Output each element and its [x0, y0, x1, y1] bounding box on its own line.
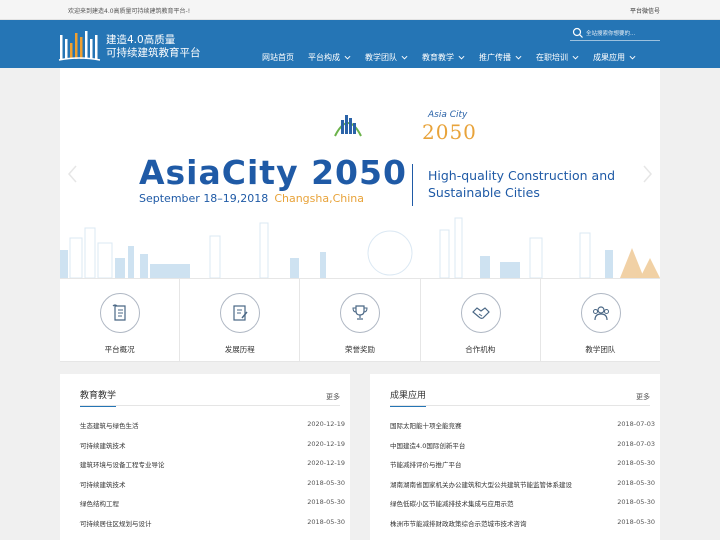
site-header: 建造4.0高质量 可持续建筑教育平台 网站首页 平台构成 教学团队 教育教学 推…	[0, 20, 720, 68]
results-list: 国际太阳能十项全能竞赛 2018-07-03 中国建造4.0国际创新平台 2018-…	[390, 420, 655, 537]
list-item[interactable]: · 可持续建筑技术 2018-05-30	[79, 479, 345, 499]
list-item[interactable]: · 可持续建筑技术 2020-12-19	[79, 440, 345, 460]
feature-label: 发展历程	[224, 345, 255, 354]
chevron-left-icon[interactable]	[66, 164, 80, 184]
logo-book-icon	[58, 31, 101, 61]
nav-item-education[interactable]: 教育教学	[422, 50, 465, 64]
nav-item-results[interactable]: 成果应用	[593, 50, 636, 64]
chevron-down-icon	[458, 55, 465, 59]
feature-partners[interactable]: 合作机构	[421, 279, 541, 361]
list-item[interactable]: · 绿色结构工程 2018-05-30	[79, 498, 345, 518]
handshake-icon	[471, 307, 490, 319]
feature-teaching-team[interactable]: 教学团队	[541, 279, 660, 361]
feature-label: 教学团队	[585, 345, 616, 354]
more-link[interactable]: 更多	[326, 392, 340, 402]
welcome-text: 欢迎来到建造4.0高质量可持续建筑教育平台-!	[68, 8, 191, 15]
search-icon[interactable]	[572, 27, 584, 39]
chevron-down-icon	[629, 55, 636, 59]
list-item[interactable]: 湖南湖南省国家机关办公建筑和大型公共建筑节能监管体系建设 2018-05-30	[390, 479, 655, 499]
nav-item-training[interactable]: 在职培训	[536, 50, 579, 64]
asia-city-logo-icon	[334, 115, 362, 137]
banner-tagline-line1: High-quality Construction and	[428, 168, 616, 183]
nav-item-promotion[interactable]: 推广传播	[479, 50, 522, 64]
list-item[interactable]: · 可持续居住区规划与设计 2018-05-30	[79, 518, 345, 538]
feature-platform-overview[interactable]: 平台概况	[60, 279, 181, 361]
trophy-icon	[352, 305, 368, 320]
banner-title: AsiaCity 2050	[139, 153, 407, 192]
feature-history[interactable]: 发展历程	[180, 279, 301, 361]
feature-honors[interactable]: 荣誉奖励	[300, 279, 421, 361]
asia-city-logo-text: Asia City	[428, 110, 468, 120]
nav-item-team[interactable]: 教学团队	[365, 50, 408, 64]
scroll-icon	[112, 304, 126, 321]
more-link[interactable]: 更多	[636, 392, 650, 402]
document-edit-icon	[233, 305, 248, 321]
nav-item-home[interactable]: 网站首页	[262, 50, 294, 64]
banner-tagline-line2: Sustainable Cities	[428, 185, 540, 200]
feature-label: 合作机构	[465, 345, 496, 354]
panel-divider	[80, 405, 340, 406]
banner-divider	[412, 164, 413, 206]
panel-divider	[390, 405, 650, 406]
chevron-down-icon	[572, 55, 579, 59]
nav-item-platform[interactable]: 平台构成	[308, 50, 351, 64]
chevron-right-icon[interactable]	[640, 164, 654, 184]
city-skyline-illustration	[60, 217, 660, 278]
list-item[interactable]: 国际太阳能十项全能竞赛 2018-07-03	[390, 420, 655, 440]
wechat-link[interactable]: 平台微信号	[630, 6, 660, 15]
education-panel: 教育教学 更多 · 生态建筑与绿色生活 2020-12-19 · 可持续建筑技术 202…	[60, 374, 350, 540]
chevron-down-icon	[515, 55, 522, 59]
list-item[interactable]: 株洲市节能减排财政政策综合示范城市技术咨询 2018-05-30	[390, 518, 655, 538]
chevron-down-icon	[344, 55, 351, 59]
logo-title-line2: 可持续建筑教育平台	[106, 47, 201, 59]
asia-city-logo-year: 2050	[422, 120, 477, 144]
site-search	[570, 27, 660, 41]
results-panel: 成果应用 更多 国际太阳能十项全能竞赛 2018-07-03 中国建造4.0国际创…	[370, 374, 660, 540]
search-input[interactable]	[586, 28, 658, 39]
education-list: · 生态建筑与绿色生活 2020-12-19 · 可持续建筑技术 2020-12-19 …	[79, 420, 345, 538]
feature-shortcuts: 平台概况 发展历程 荣誉奖励 合作机构 教学团队	[60, 278, 660, 362]
list-item[interactable]: 节能减排评价与推广平台 2018-05-30	[390, 459, 655, 479]
banner-date: September 18–19,2018 Changsha,China	[139, 192, 365, 205]
site-logo[interactable]: 建造4.0高质量 可持续建筑教育平台	[58, 29, 218, 63]
main-nav: 网站首页 平台构成 教学团队 教育教学 推广传播 在职培训 成果应用	[262, 50, 650, 64]
chevron-down-icon	[401, 55, 408, 59]
list-item[interactable]: 绿色低碳小区节能减排技术集成与应用示范 2018-05-30	[390, 498, 655, 518]
list-item[interactable]: 中国建造4.0国际创新平台 2018-07-03	[390, 440, 655, 460]
top-bar: 欢迎来到建造4.0高质量可持续建筑教育平台-! 平台微信号	[0, 0, 720, 20]
feature-label: 平台概况	[104, 345, 135, 354]
list-item[interactable]: · 生态建筑与绿色生活 2020-12-19	[79, 420, 345, 440]
feature-label: 荣誉奖励	[345, 345, 375, 354]
hero-banner[interactable]: Asia City 2050 AsiaCity 2050 September 1…	[60, 68, 660, 278]
list-item[interactable]: · 建筑环境与设备工程专业导论 2020-12-19	[79, 459, 345, 479]
team-icon	[592, 306, 609, 321]
